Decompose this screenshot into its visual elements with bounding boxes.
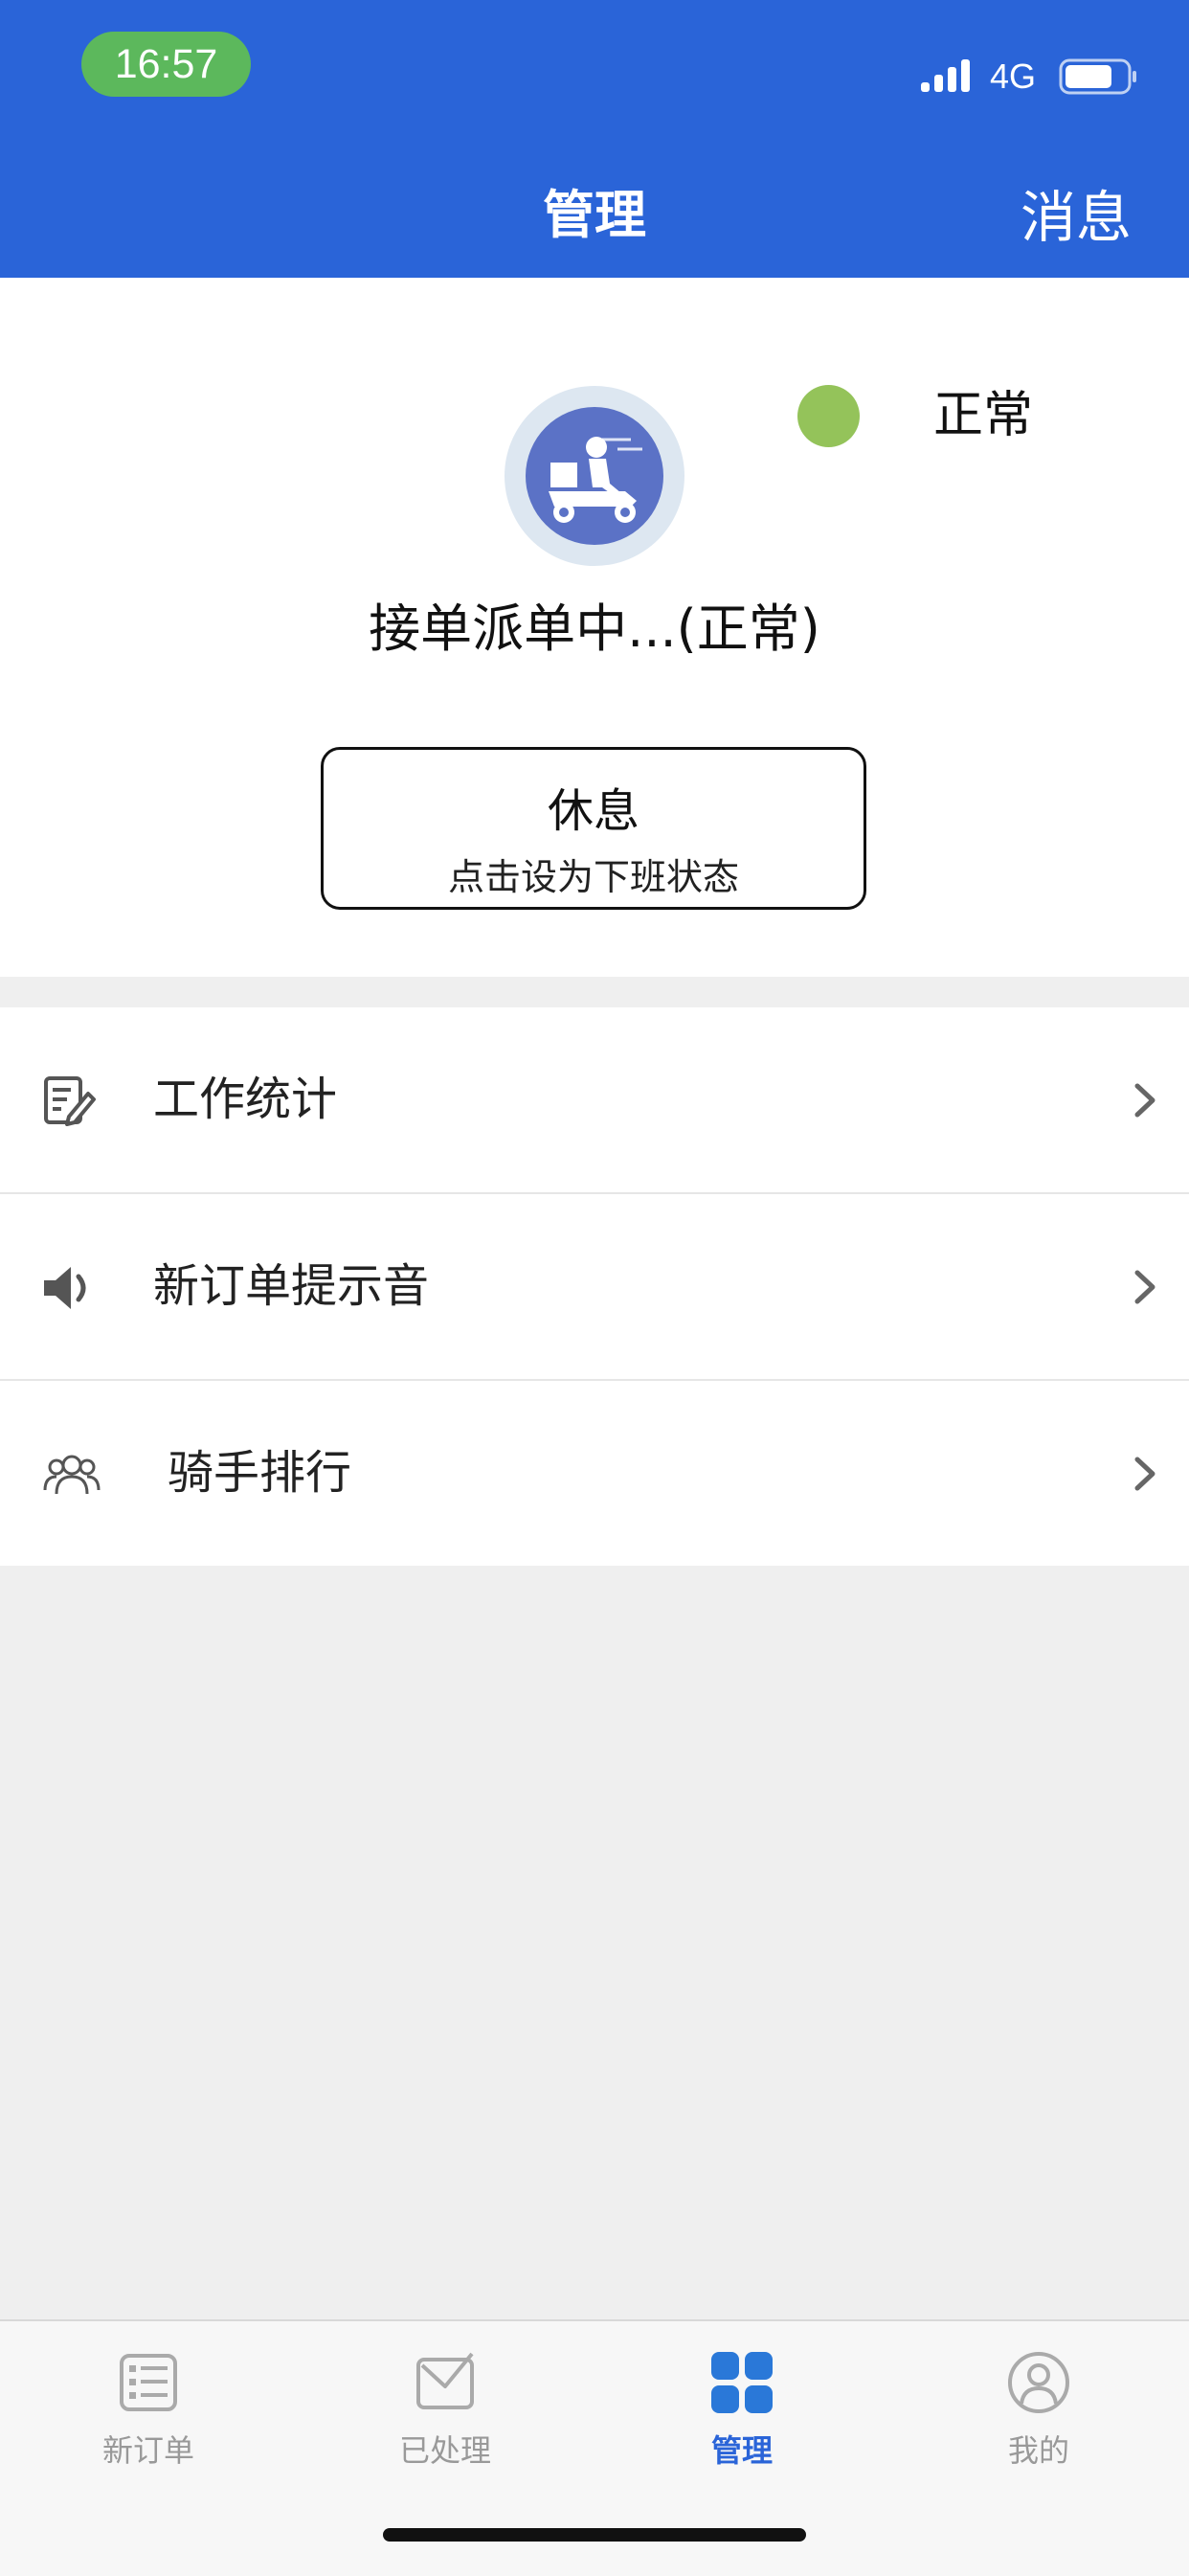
- tab-label: 我的: [1007, 2432, 1069, 2469]
- status-bar-icons: 4G: [919, 56, 1139, 98]
- menu-item-order-sound[interactable]: 新订单提示音: [0, 1194, 1189, 1381]
- mail-check-icon: [416, 2352, 474, 2409]
- speaker-icon: [44, 1267, 86, 1309]
- chevron-right-icon: [1134, 1457, 1155, 1491]
- menu-item-label: 新订单提示音: [153, 1259, 430, 1313]
- status-label: 正常: [933, 387, 1034, 444]
- tab-label: 管理: [710, 2432, 773, 2469]
- network-type-label: 4G: [990, 56, 1037, 96]
- tab-profile[interactable]: 我的: [890, 2321, 1187, 2503]
- edit-document-icon: [44, 1076, 96, 1126]
- grid-icon: [711, 2352, 773, 2413]
- list-icon: [120, 2354, 177, 2411]
- tab-new-orders[interactable]: 新订单: [0, 2321, 297, 2503]
- battery-icon: [1059, 58, 1136, 95]
- page-title: 管理: [0, 172, 1189, 248]
- tab-processed[interactable]: 已处理: [297, 2321, 594, 2503]
- chevron-right-icon: [1134, 1083, 1155, 1118]
- working-status-text: 接单派单中...(正常): [369, 599, 820, 659]
- app-header: 16:57 4G 管理 消息: [0, 0, 1189, 278]
- rest-button-subtitle: 点击设为下班状态: [447, 856, 739, 898]
- home-indicator: [383, 2528, 806, 2542]
- menu-item-rider-ranking[interactable]: 骑手排行: [0, 1381, 1189, 1566]
- avatar-circle: [526, 407, 663, 545]
- rest-button-title: 休息: [547, 784, 639, 838]
- tab-management[interactable]: 管理: [594, 2321, 890, 2503]
- management-menu: 工作统计 新订单提示音 骑手排行: [0, 1007, 1189, 1566]
- online-status-dot: [797, 385, 860, 447]
- tab-label: 已处理: [398, 2432, 491, 2469]
- menu-item-label: 工作统计: [153, 1073, 338, 1126]
- tab-label: 新订单: [101, 2432, 194, 2469]
- rest-button[interactable]: 休息 点击设为下班状态: [321, 747, 866, 910]
- menu-item-work-stats[interactable]: 工作统计: [0, 1007, 1189, 1194]
- users-icon: [43, 1455, 101, 1495]
- page-title-text: 管理: [543, 185, 646, 245]
- chevron-right-icon: [1134, 1270, 1155, 1304]
- signal-strength-icon: [921, 59, 970, 92]
- profile-icon: [1008, 2352, 1069, 2413]
- status-bar-time: 16:57: [81, 32, 251, 97]
- menu-item-label: 骑手排行: [168, 1446, 352, 1500]
- delivery-scooter-icon: [549, 437, 642, 523]
- messages-link[interactable]: 消息: [1021, 172, 1132, 253]
- rider-status-card: 正常 接单派单中...(正常) 休息 点击设为下班状态: [0, 278, 1189, 977]
- rider-avatar: [505, 386, 684, 566]
